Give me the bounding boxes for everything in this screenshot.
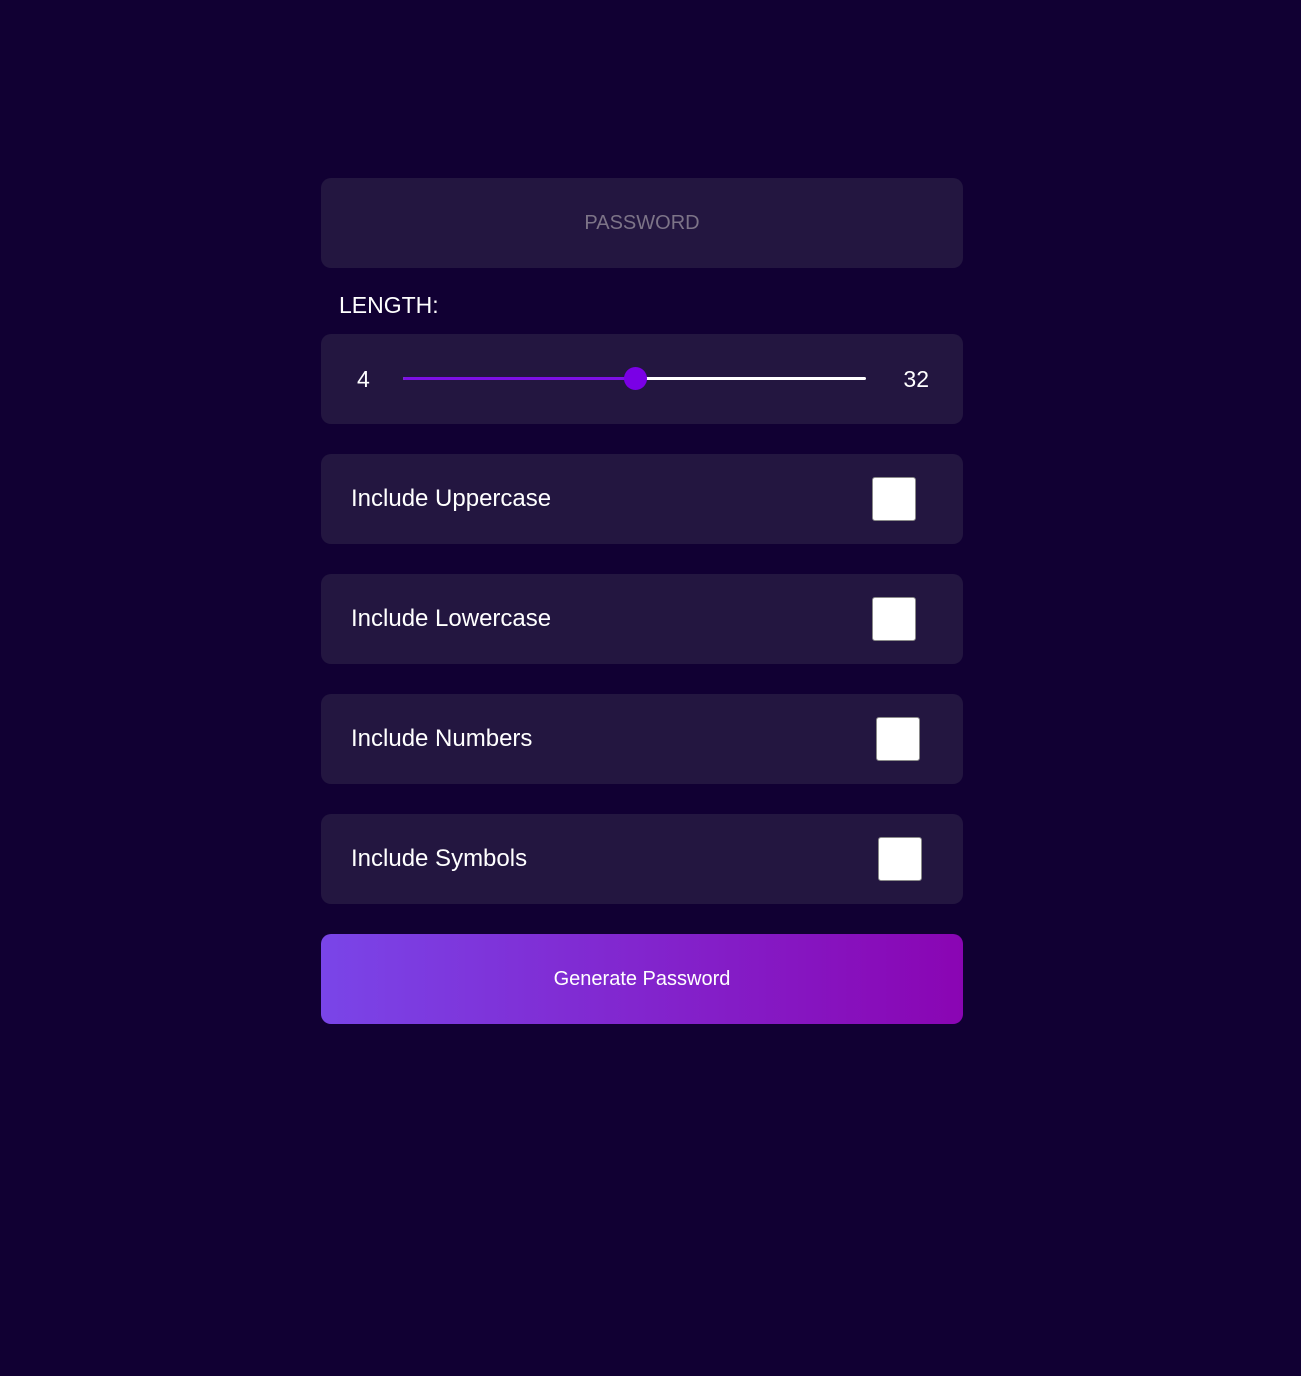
option-numbers-label: Include Numbers xyxy=(351,725,533,752)
generate-password-button[interactable]: Generate Password xyxy=(321,934,963,1024)
length-slider[interactable] xyxy=(403,367,866,390)
length-slider-fill xyxy=(403,377,635,380)
option-uppercase: Include Uppercase xyxy=(321,454,963,544)
password-generator: LENGTH: 4 32 Include Uppercase Include L… xyxy=(321,178,963,1024)
uppercase-checkbox[interactable] xyxy=(872,477,916,521)
password-output-field[interactable] xyxy=(321,178,963,268)
length-slider-panel: 4 32 xyxy=(321,334,963,424)
length-slider-thumb[interactable] xyxy=(623,367,647,390)
option-numbers: Include Numbers xyxy=(321,694,963,784)
length-label: LENGTH: xyxy=(339,292,439,318)
option-uppercase-label: Include Uppercase xyxy=(351,485,552,512)
option-lowercase: Include Lowercase xyxy=(321,574,963,664)
option-lowercase-label: Include Lowercase xyxy=(351,605,552,632)
option-symbols: Include Symbols xyxy=(321,814,963,904)
numbers-checkbox[interactable] xyxy=(876,717,920,761)
length-max-value: 32 xyxy=(903,366,929,392)
lowercase-checkbox[interactable] xyxy=(872,597,916,641)
symbols-checkbox[interactable] xyxy=(878,837,922,881)
option-symbols-label: Include Symbols xyxy=(351,845,528,872)
length-min-value: 4 xyxy=(357,366,370,392)
